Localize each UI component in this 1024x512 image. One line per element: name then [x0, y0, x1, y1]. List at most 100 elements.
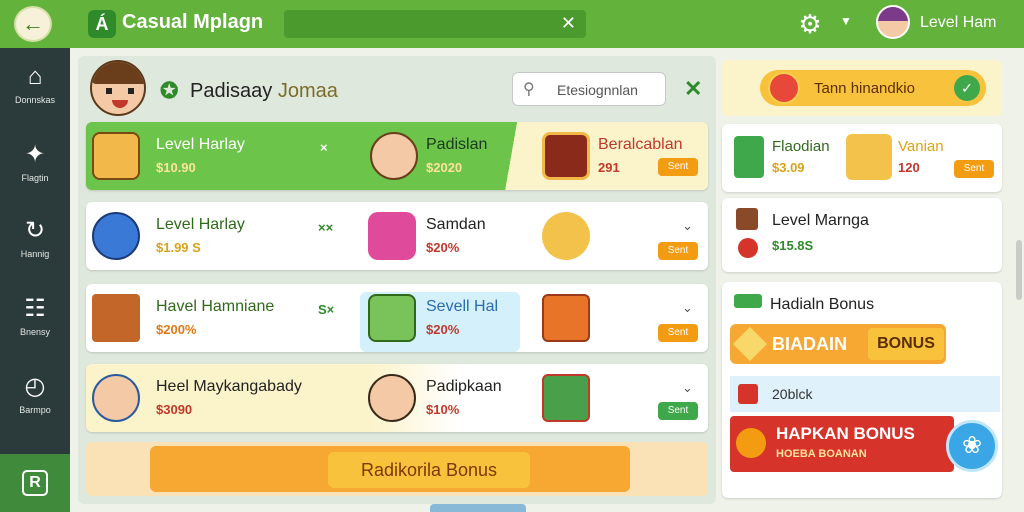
user-avatar[interactable]	[876, 5, 910, 39]
chevron-down-icon[interactable]: ⌄	[682, 300, 693, 316]
app-badge-icon: R	[22, 470, 48, 496]
character-avatar	[370, 132, 418, 180]
sidebar-item-label: Bnensy	[19, 327, 51, 337]
item-name: Heel Maykangabady	[156, 378, 302, 395]
send-button[interactable]: Sent	[954, 160, 994, 178]
item-name: Beralcablan	[598, 136, 683, 153]
item-price: 291	[598, 160, 620, 175]
item-price: $1.99 S	[156, 240, 201, 255]
main-panel: ✪ Padisaay Jomaa ⚲ Etesiognnlan ✕ Level …	[78, 56, 716, 504]
item-name: Havel Hamniane	[156, 298, 275, 315]
item-price: $2020	[426, 160, 463, 175]
runner-icon: ✦	[24, 141, 46, 168]
item-name: Sevell Hal	[426, 298, 499, 315]
character-avatar	[90, 60, 146, 116]
pick-label: 20blck	[772, 386, 813, 402]
crossed-items-icon	[542, 374, 590, 422]
app-logo-icon: Á	[88, 10, 116, 38]
sidebar-item-flagtin[interactable]: ✦ Flagtin	[0, 126, 70, 198]
search-icon: ⚲	[523, 81, 535, 98]
main-header: ✪ Padisaay Jomaa ⚲ Etesiognnlan ✕	[88, 60, 708, 118]
item-price: $3090	[156, 402, 193, 417]
send-button[interactable]: Sent	[658, 242, 698, 260]
chevron-down-icon[interactable]: ⌄	[682, 218, 693, 234]
multiplier-label: S×	[318, 302, 335, 317]
puzzle-icon: ✪	[160, 78, 179, 103]
chevron-down-icon[interactable]: ⌄	[682, 380, 693, 396]
item-price: $20%	[426, 322, 460, 337]
promo-banner-area: Tann hinandkio ✓	[722, 60, 1002, 116]
check-icon[interactable]: ✓	[954, 75, 980, 101]
chevron-down-icon[interactable]: ▼	[840, 14, 852, 28]
right-panel: Tann hinandkio ✓ Flaodian $3.09 Vanian 1…	[722, 60, 1002, 504]
top-bar: ← Á Casual Mplagn ✕ ⚙ ▼ Level Ham	[0, 0, 1024, 48]
back-arrow-icon[interactable]: ←	[14, 6, 52, 42]
item-price: $10%	[426, 402, 460, 417]
item-price: 120	[898, 160, 920, 175]
send-button[interactable]: Sent	[658, 402, 698, 420]
search-placeholder: Etesiognnlan	[557, 82, 638, 98]
burst-icon	[736, 428, 766, 458]
cube-icon	[542, 294, 590, 342]
shop-card[interactable]: Flaodian $3.09 Vanian 120 Sent	[722, 124, 1002, 192]
table-row[interactable]: Havel Hamniane $200% S× Sevell Hal $20% …	[86, 284, 708, 352]
table-row[interactable]: Level Harlay $1.99 S ×× Samdan $20% ⌄ Se…	[86, 202, 708, 270]
multiplier-label: ××	[318, 220, 334, 235]
item-price: $200%	[156, 322, 197, 337]
promo-banner[interactable]: Tann hinandkio ✓	[760, 70, 986, 106]
page-title-suffix: Jomaa	[277, 80, 338, 102]
item-price: $3.09	[772, 160, 805, 175]
claim-bonus-button[interactable]: BIADAIN BONUS	[730, 324, 946, 364]
page-title-main: Padisaay	[190, 80, 273, 102]
jar-icon	[734, 136, 764, 178]
item-name: Vanian	[898, 138, 944, 155]
gear-icon[interactable]: ⚙	[796, 10, 824, 38]
sidebar-item-barmpo[interactable]: ◴ Barmpo	[0, 358, 70, 430]
item-price: $15.8S	[772, 238, 814, 253]
sidebar-item-home[interactable]: ⌂ Donnskas	[0, 48, 70, 120]
timer-icon: ◴	[24, 373, 46, 400]
chest-icon	[736, 208, 758, 230]
item-name: Level Harlay	[156, 216, 245, 233]
scrollbar[interactable]	[1016, 240, 1022, 300]
refresh-icon: ↻	[24, 217, 46, 244]
chest-icon	[542, 132, 590, 180]
bonus-button-left-label: BIADAIN	[772, 334, 847, 354]
tag-icon	[738, 384, 758, 404]
special-bonus-title: HAPKAN BONUS	[776, 424, 915, 443]
special-bonus-banner[interactable]: HAPKAN BONUS HOEBA BOANAN	[730, 416, 954, 472]
send-button[interactable]: Sent	[658, 158, 698, 176]
item-price: $20%	[426, 240, 460, 255]
special-bonus-subtitle: HOEBA BOANAN	[776, 448, 867, 460]
character-avatar	[768, 72, 800, 104]
bonus-button-frame[interactable]: Radikorila Bonus	[150, 446, 630, 492]
badge-icon	[92, 132, 140, 180]
sidebar-item-active[interactable]: R	[0, 454, 70, 512]
bonus-button[interactable]: Radikorila Bonus	[328, 452, 530, 488]
sidebar-item-hannig[interactable]: ↻ Hannig	[0, 202, 70, 274]
gift-icon	[368, 212, 416, 260]
sidebar-item-bnensy[interactable]: ☷ Bnensy	[0, 280, 70, 352]
character-avatar	[92, 374, 140, 422]
table-row[interactable]: Level Harlay $10.90 × Padislan $2020 Ber…	[86, 122, 708, 190]
send-button[interactable]: Sent	[658, 324, 698, 342]
search-input[interactable]: ⚲ Etesiognnlan	[512, 72, 666, 106]
stars-chest-icon	[92, 294, 140, 342]
item-price: $10.90	[156, 160, 196, 175]
sidebar-item-label: Hannig	[20, 249, 50, 259]
ticket-icon	[734, 294, 762, 308]
bonus-card-title: Hadialn Bonus	[770, 296, 875, 313]
gem-icon	[738, 238, 758, 258]
bottom-scroll-handle[interactable]	[430, 504, 526, 512]
table-row[interactable]: Heel Maykangabady $3090 Padipkaan $10% ⌄…	[86, 364, 708, 432]
shop-card[interactable]: Level Marnga $15.8S	[722, 198, 1002, 272]
item-name: Samdan	[426, 216, 486, 233]
pick-row[interactable]: 20blck	[730, 376, 1000, 412]
home-icon: ⌂	[27, 63, 43, 90]
close-icon[interactable]: ✕	[561, 13, 576, 34]
close-icon[interactable]: ✕	[684, 76, 702, 102]
top-search-input[interactable]: ✕	[284, 10, 586, 38]
character-avatar	[368, 374, 416, 422]
sidebar-item-label: Donnskas	[14, 95, 56, 105]
puzzle-piece-button[interactable]: ❀	[946, 420, 998, 472]
